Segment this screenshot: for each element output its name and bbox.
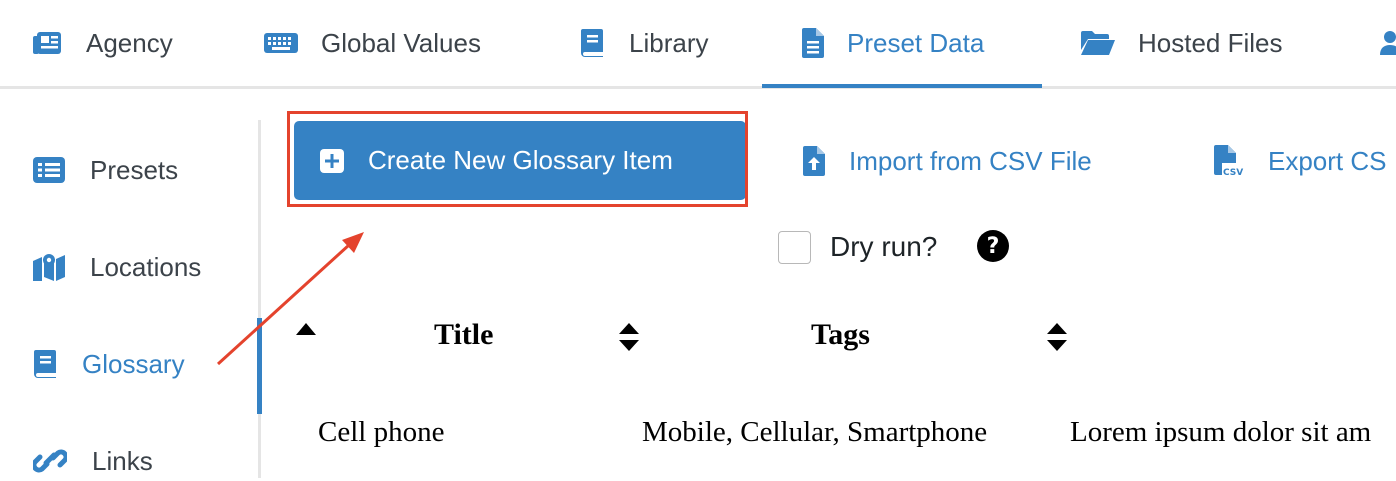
tab-preset-data[interactable]: Preset Data (802, 0, 984, 86)
tab-label: Global Values (321, 27, 481, 58)
sidebar-item-presets[interactable]: Presets (33, 150, 178, 190)
users-icon (1378, 29, 1396, 57)
column-header-title[interactable]: Title (434, 318, 493, 352)
tab-label: Library (629, 27, 709, 58)
file-icon (802, 28, 824, 58)
dry-run-row: Dry run? (778, 228, 937, 266)
tab-label: Agency (86, 27, 173, 58)
tab-global-values[interactable]: Global Values (264, 0, 481, 86)
cell-description: Lorem ipsum dolor sit am (1070, 416, 1372, 448)
create-button-label: Create New Glossary Item (368, 145, 673, 175)
top-tab-bar: Agency Global Values Library Preset Data… (0, 0, 1396, 89)
dry-run-label: Dry run? (830, 231, 938, 262)
link-icon (33, 446, 67, 476)
help-icon[interactable]: ? (977, 230, 1009, 262)
sidebar-item-label: Glossary (82, 348, 185, 379)
map-icon (33, 253, 65, 281)
import-csv-link[interactable]: Import from CSV File (803, 141, 1092, 181)
help-icon-glyph: ? (986, 233, 1000, 259)
create-glossary-item-button[interactable]: Create New Glossary Item (294, 121, 746, 200)
column-header-tags[interactable]: Tags (811, 318, 870, 352)
sidebar-item-glossary[interactable]: Glossary (33, 344, 185, 384)
plus-square-icon (320, 148, 344, 173)
import-csv-label: Import from CSV File (849, 145, 1092, 176)
folder-open-icon (1081, 30, 1115, 56)
file-import-icon (803, 146, 825, 176)
tab-hosted-files[interactable]: Hosted Files (1081, 0, 1283, 86)
tab-label: Hosted Files (1138, 27, 1283, 58)
sort-ascending-icon[interactable] (296, 323, 316, 335)
cell-title: Cell phone (318, 416, 445, 448)
tab-users[interactable] (1378, 0, 1396, 86)
book-icon (33, 349, 57, 379)
tab-library[interactable]: Library (580, 0, 708, 86)
sort-both-icon[interactable] (619, 323, 639, 351)
sidebar-item-label: Presets (90, 154, 179, 185)
sort-both-icon[interactable] (1047, 323, 1067, 351)
dry-run-checkbox[interactable] (778, 230, 811, 264)
sidebar-active-indicator (257, 318, 262, 414)
sidebar-item-label: Links (92, 445, 153, 476)
book-icon (580, 28, 604, 58)
keyboard-icon (264, 31, 298, 55)
sidebar-item-links[interactable]: Links (33, 441, 153, 481)
tab-label: Preset Data (847, 27, 985, 58)
export-csv-link[interactable]: CSV Export CS (1214, 141, 1387, 181)
sidebar-divider (258, 120, 261, 478)
active-tab-indicator (762, 84, 1042, 88)
svg-text:CSV: CSV (1223, 168, 1243, 177)
sidebar-item-locations[interactable]: Locations (33, 247, 201, 287)
sidebar-item-label: Locations (90, 251, 202, 282)
cell-tags: Mobile, Cellular, Smartphone (642, 416, 988, 448)
newspaper-icon (33, 30, 63, 56)
tab-agency[interactable]: Agency (33, 0, 173, 86)
export-csv-label: Export CS (1268, 145, 1387, 176)
file-csv-icon: CSV (1214, 145, 1244, 177)
list-icon (33, 157, 65, 183)
